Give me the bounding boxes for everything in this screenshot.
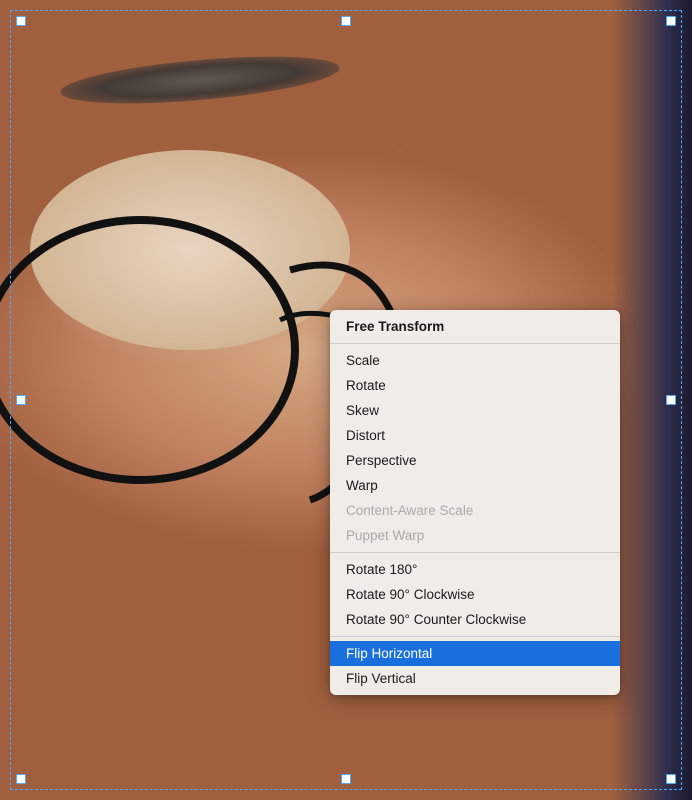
menu-item-content-aware-scale: Content-Aware Scale xyxy=(330,498,620,523)
context-menu: Free Transform ScaleRotateSkewDistortPers… xyxy=(330,310,620,695)
menu-item-warp[interactable]: Warp xyxy=(330,473,620,498)
menu-item-distort[interactable]: Distort xyxy=(330,423,620,448)
menu-item-flip-horizontal[interactable]: Flip Horizontal xyxy=(330,641,620,666)
menu-item-rotate-90-ccw[interactable]: Rotate 90° Counter Clockwise xyxy=(330,607,620,632)
menu-item-perspective[interactable]: Perspective xyxy=(330,448,620,473)
menu-item-flip-vertical[interactable]: Flip Vertical xyxy=(330,666,620,691)
menu-item-rotate[interactable]: Rotate xyxy=(330,373,620,398)
menu-divider-divider-2 xyxy=(330,552,620,553)
menu-item-rotate-180[interactable]: Rotate 180° xyxy=(330,557,620,582)
right-dark-area xyxy=(612,0,692,800)
menu-divider-divider-3 xyxy=(330,636,620,637)
menu-item-rotate-90-cw[interactable]: Rotate 90° Clockwise xyxy=(330,582,620,607)
canvas: Free Transform ScaleRotateSkewDistortPers… xyxy=(0,0,692,800)
menu-item-free-transform[interactable]: Free Transform xyxy=(330,314,620,339)
menu-item-skew[interactable]: Skew xyxy=(330,398,620,423)
menu-divider-divider-1 xyxy=(330,343,620,344)
menu-item-puppet-warp: Puppet Warp xyxy=(330,523,620,548)
menu-item-scale[interactable]: Scale xyxy=(330,348,620,373)
